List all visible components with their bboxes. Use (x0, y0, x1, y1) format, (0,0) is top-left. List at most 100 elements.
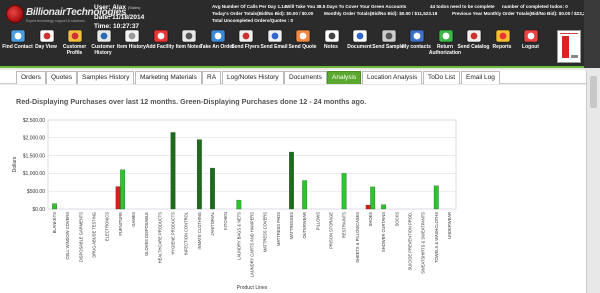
item-notes-button[interactable]: Item Notes (175, 29, 202, 65)
x-tick-label: ELECTRONICS (105, 212, 110, 241)
bar-older (236, 199, 242, 210)
x-tick-label: MATTRESSES (289, 212, 294, 240)
y-tick-label: $1,000.00 (23, 171, 45, 177)
x-tick-label: RESTRAINTS (342, 212, 347, 238)
tab-quotes[interactable]: Quotes (46, 71, 77, 84)
bar-older (210, 167, 215, 210)
bar-older (52, 203, 57, 210)
mini-chart-bar (562, 36, 569, 58)
tab-documents[interactable]: Documents (284, 71, 327, 84)
flyers-icon (238, 29, 254, 43)
customer-history-button[interactable]: Customer History (90, 29, 117, 65)
toolbar-label: Logout (522, 44, 539, 50)
customer-profile-button[interactable]: Customer Profile (61, 29, 88, 65)
x-tick-label: HYGIENE PRODUCTS (171, 212, 176, 255)
x-tick-label: INFECTION CONTROL (184, 211, 189, 255)
logo-icon (6, 5, 24, 23)
my-contacts-button[interactable]: My contacts (402, 29, 431, 65)
history-icon (96, 29, 112, 43)
x-tick-label: JANITORIAL (210, 211, 215, 235)
calendar-icon (39, 29, 55, 43)
tab-orders[interactable]: Orders (16, 71, 46, 84)
bar-older (302, 180, 308, 210)
return-icon (438, 29, 454, 43)
header-edge (584, 0, 600, 68)
x-tick-label: GLOVES DISPOSABLE (144, 212, 149, 256)
tab-email-log[interactable]: Email Log (461, 71, 500, 84)
prev-year-total: Previous Year Monthly Order Totals(Bid/N… (452, 11, 598, 16)
bar-older (341, 173, 347, 210)
y-axis-label: Dollars (12, 156, 18, 172)
reports-icon (495, 29, 511, 43)
send-flyers-button[interactable]: Send Flyers (231, 29, 260, 65)
item-history-icon (124, 29, 140, 43)
tab-ra[interactable]: RA (202, 71, 222, 84)
add-facility-icon (153, 29, 169, 43)
find-contact-button[interactable]: Find Contact (2, 29, 33, 65)
tab-samples-history[interactable]: Samples History (77, 71, 135, 84)
date-label: Date: (94, 13, 111, 21)
will-take: Will Take You 38.5 Days To Cover Your Gr… (286, 4, 407, 9)
document-icon (352, 29, 368, 43)
vertical-scrollbar[interactable] (586, 70, 600, 293)
y-tick-label: $2,500.00 (23, 118, 45, 124)
send-email-button[interactable]: Send Email (261, 29, 288, 65)
x-tick-label: HEALTHCARE PRODUCTS (157, 212, 162, 264)
item-history-button[interactable]: Item History (117, 29, 146, 65)
notes-button[interactable]: Notes (318, 29, 345, 65)
mini-chart-thumbnail[interactable] (557, 30, 581, 63)
take-an-order-button[interactable]: Take An Order (200, 29, 234, 65)
tab-marketing-materials[interactable]: Marketing Materials (135, 71, 202, 84)
mini-chart-title (560, 33, 578, 34)
monthly-total: Monthly Order Totals(Bid/No Bid): $0.00 … (324, 11, 438, 16)
x-tick-label: PRISON STORAGE (328, 212, 333, 249)
product-line-chart: $0.00 $500.00 $1,000.00 $1,500.00 $2,000.00 $… (12, 118, 457, 291)
tab-todo-list[interactable]: ToDo List (423, 71, 461, 84)
quote-icon (295, 29, 311, 43)
tab-location-analysis[interactable]: Location Analysis (362, 71, 423, 84)
send-catalog-button[interactable]: Send Catalog (458, 29, 489, 65)
x-tick-label: UNDERWEAR (447, 212, 452, 239)
logout-button[interactable]: Logout (517, 29, 544, 65)
x-tick-label: SOCKS (394, 212, 399, 227)
notes-icon (181, 29, 197, 43)
note-icon (324, 29, 340, 43)
plot-area (47, 119, 457, 210)
x-tick-label: CELL WINDOW COVERS (65, 212, 70, 260)
catalog-icon (466, 29, 482, 43)
todos-completed: number of completed todos: 0 (502, 4, 568, 9)
brand-logo[interactable]: BillionairTechnologies Expert technology… (6, 4, 127, 26)
x-tick-label: LAUNDRY CARTS AND HAMPERS (250, 212, 255, 278)
day-view-button[interactable]: Day View (33, 29, 60, 65)
x-tick-label: PILLOWS (315, 212, 320, 230)
reports-button[interactable]: Reports (489, 29, 516, 65)
add-facility-button[interactable]: Add Facility (146, 29, 174, 65)
document-button[interactable]: Document (346, 29, 373, 65)
bar-older (196, 139, 202, 210)
x-tick-label: SUICIDE PREVENTION PROD. (407, 212, 412, 270)
tab-log-notes-history[interactable]: Log/Notes History (222, 71, 284, 84)
y-tick-label: $500.00 (27, 189, 45, 195)
today-total: Today's Order Totals(Bid/No Bid): $0.00 … (212, 11, 314, 16)
tab-bar: Orders Quotes Samples History Marketing Mat… (0, 70, 586, 84)
x-tick-label: SHEETS & PILLOWCASES (355, 212, 360, 263)
scrollbar-thumb[interactable] (590, 76, 597, 108)
x-axis-label: Product Lines (237, 285, 268, 291)
return-authorization-button[interactable]: Return Authorization (429, 29, 461, 65)
x-tick-label: OUTERWEAR (302, 212, 307, 239)
send-quote-button[interactable]: Send Quote (288, 29, 317, 65)
x-tick-label: DRUG ABUSE TESTING (92, 212, 97, 258)
bar-older (370, 186, 376, 210)
brand-tagline: Expert technology support & solutions (26, 19, 85, 23)
x-tick-label: KITCHEN (223, 212, 228, 230)
bar-older (120, 169, 126, 210)
send-sample-button[interactable]: Send Sample (372, 29, 404, 65)
email-icon (267, 29, 283, 43)
x-tick-label: FURNITURE (118, 212, 123, 236)
mini-chart-bar (571, 55, 578, 58)
stats-panel: Avg Number Of Calls Per Day 1.14 Will Ta… (212, 3, 597, 24)
power-icon (523, 29, 539, 43)
bar-recent (115, 186, 121, 210)
x-tick-label: GAMES (131, 212, 136, 227)
tab-analysis[interactable]: Analysis (327, 71, 362, 84)
